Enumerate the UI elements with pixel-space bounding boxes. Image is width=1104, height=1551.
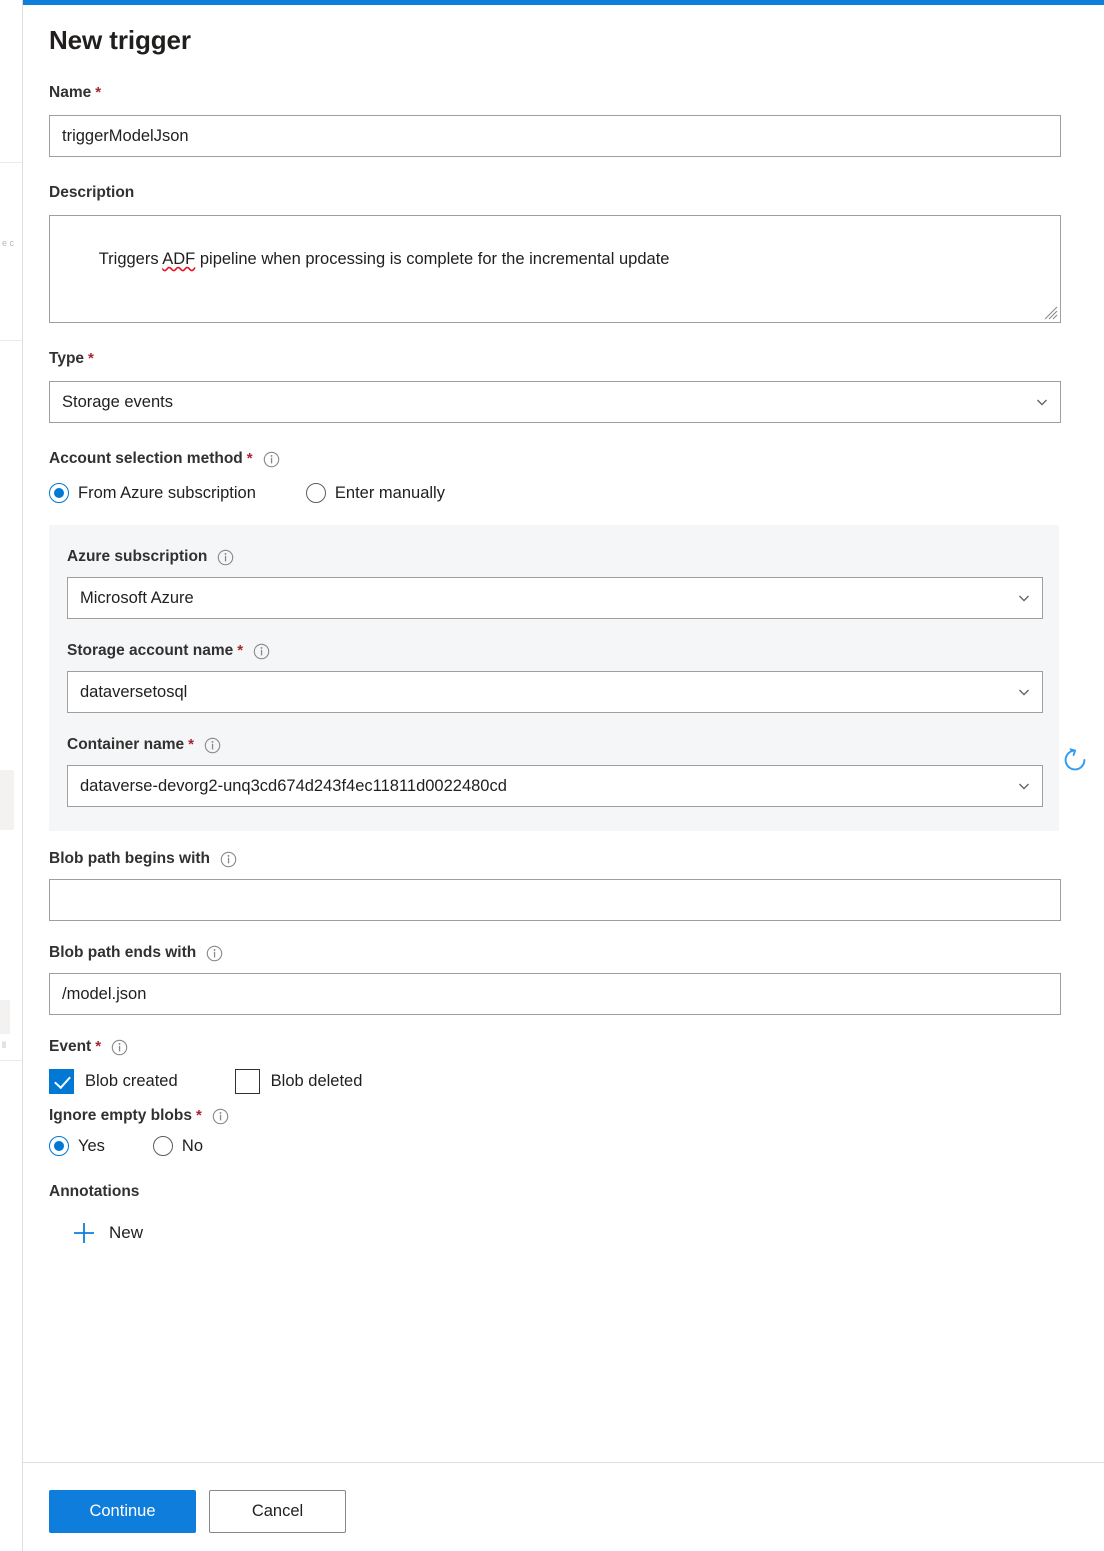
checkbox-blob-deleted-label: Blob deleted	[271, 1072, 363, 1091]
info-icon[interactable]	[111, 1039, 128, 1056]
checkbox-blob-created[interactable]: Blob created	[49, 1069, 178, 1094]
blob-path-begins-with-label: Blob path begins with	[49, 849, 1079, 869]
account-selection-radio-group: From Azure subscription Enter manually	[49, 483, 1079, 503]
container-name-label-text: Container name	[67, 735, 184, 755]
name-input[interactable]	[49, 115, 1061, 157]
checkbox-blob-deleted[interactable]: Blob deleted	[235, 1069, 363, 1094]
container-name-required-star: *	[188, 735, 194, 755]
description-label-text: Description	[49, 183, 134, 203]
account-selection-required-star: *	[247, 449, 253, 469]
name-label-text: Name	[49, 83, 91, 103]
new-trigger-panel: New trigger Name * Description Triggers …	[22, 0, 1104, 1551]
checkbox-blob-created-label: Blob created	[85, 1072, 178, 1091]
info-icon[interactable]	[212, 1108, 229, 1125]
description-textarea[interactable]: Triggers ADF pipeline when processing is…	[49, 215, 1061, 323]
blob-path-begins-with-input[interactable]	[49, 879, 1061, 921]
info-icon[interactable]	[263, 451, 280, 468]
storage-account-name-label: Storage account name *	[67, 641, 1059, 661]
radio-mark-unselected	[306, 483, 326, 503]
storage-account-name-label-text: Storage account name	[67, 641, 233, 661]
description-text-after: pipeline when processing is complete for…	[195, 250, 669, 268]
info-icon[interactable]	[253, 643, 270, 660]
chevron-down-icon	[1017, 685, 1031, 699]
radio-ignore-empty-no-label: No	[182, 1137, 203, 1156]
info-icon[interactable]	[204, 737, 221, 754]
account-selection-method-label: Account selection method *	[49, 449, 1079, 469]
account-selection-method-label-text: Account selection method	[49, 449, 243, 469]
storage-account-name-dropdown[interactable]: dataversetosql	[67, 671, 1043, 713]
container-name-value: dataverse-devorg2-unq3cd674d243f4ec11811…	[80, 777, 507, 796]
event-required-star: *	[95, 1037, 101, 1057]
description-text-before: Triggers	[99, 250, 163, 268]
footer-separator	[23, 1462, 1104, 1463]
name-required-star: *	[95, 83, 101, 103]
azure-subscription-value: Microsoft Azure	[80, 589, 194, 608]
continue-button[interactable]: Continue	[49, 1490, 196, 1533]
refresh-icon[interactable]	[1060, 745, 1090, 775]
description-misspelled-word: ADF	[162, 250, 195, 268]
ignore-empty-blobs-label: Ignore empty blobs *	[49, 1106, 1079, 1126]
blob-path-ends-with-label-text: Blob path ends with	[49, 943, 196, 963]
checkbox-mark-checked	[49, 1069, 74, 1094]
radio-from-azure-subscription-label: From Azure subscription	[78, 484, 256, 503]
description-wrapper: Triggers ADF pipeline when processing is…	[49, 215, 1061, 323]
radio-enter-manually[interactable]: Enter manually	[306, 483, 445, 503]
azure-subscription-label-text: Azure subscription	[67, 547, 207, 567]
page-title: New trigger	[49, 23, 1079, 57]
plus-icon	[71, 1220, 97, 1246]
add-annotation-label: New	[109, 1223, 143, 1243]
annotations-label-text: Annotations	[49, 1182, 139, 1202]
annotations-label: Annotations	[49, 1182, 1079, 1202]
cancel-button[interactable]: Cancel	[209, 1490, 346, 1533]
chevron-down-icon	[1017, 779, 1031, 793]
type-dropdown[interactable]: Storage events	[49, 381, 1061, 423]
storage-account-name-value: dataversetosql	[80, 683, 187, 702]
event-checkbox-group: Blob created Blob deleted	[49, 1069, 1079, 1094]
azure-subscription-label: Azure subscription	[67, 547, 1059, 567]
info-icon[interactable]	[206, 945, 223, 962]
chevron-down-icon	[1017, 591, 1031, 605]
container-name-label: Container name *	[67, 735, 1059, 755]
blob-path-ends-with-input[interactable]	[49, 973, 1061, 1015]
background-page-strip: e c ll	[0, 0, 22, 1551]
event-label: Event *	[49, 1037, 1079, 1057]
name-label: Name *	[49, 83, 1079, 103]
type-required-star: *	[88, 349, 94, 369]
blob-path-ends-with-label: Blob path ends with	[49, 943, 1079, 963]
checkbox-mark-unchecked	[235, 1069, 260, 1094]
ignore-empty-blobs-required-star: *	[196, 1106, 202, 1126]
footer-actions: Continue Cancel	[49, 1490, 346, 1533]
blob-path-begins-with-label-text: Blob path begins with	[49, 849, 210, 869]
radio-from-azure-subscription[interactable]: From Azure subscription	[49, 483, 256, 503]
chevron-down-icon	[1035, 395, 1049, 409]
info-icon[interactable]	[220, 851, 237, 868]
radio-ignore-empty-no[interactable]: No	[153, 1136, 203, 1156]
radio-mark-selected	[49, 1136, 69, 1156]
type-label-text: Type	[49, 349, 84, 369]
type-dropdown-value: Storage events	[62, 393, 173, 412]
radio-enter-manually-label: Enter manually	[335, 484, 445, 503]
radio-ignore-empty-yes-label: Yes	[78, 1137, 105, 1156]
container-name-dropdown[interactable]: dataverse-devorg2-unq3cd674d243f4ec11811…	[67, 765, 1043, 807]
storage-account-required-star: *	[237, 641, 243, 661]
ignore-empty-blobs-radio-group: Yes No	[49, 1136, 1079, 1156]
storage-account-group: Azure subscription Microsoft Azure Stora…	[49, 525, 1059, 831]
ignore-empty-blobs-label-text: Ignore empty blobs	[49, 1106, 192, 1126]
radio-ignore-empty-yes[interactable]: Yes	[49, 1136, 105, 1156]
panel-content: New trigger Name * Description Triggers …	[23, 5, 1104, 1462]
add-annotation-button[interactable]: New	[71, 1220, 143, 1246]
radio-mark-selected	[49, 483, 69, 503]
azure-subscription-dropdown[interactable]: Microsoft Azure	[67, 577, 1043, 619]
info-icon[interactable]	[217, 549, 234, 566]
radio-mark-unselected	[153, 1136, 173, 1156]
description-label: Description	[49, 183, 1079, 203]
event-label-text: Event	[49, 1037, 91, 1057]
type-label: Type *	[49, 349, 1079, 369]
